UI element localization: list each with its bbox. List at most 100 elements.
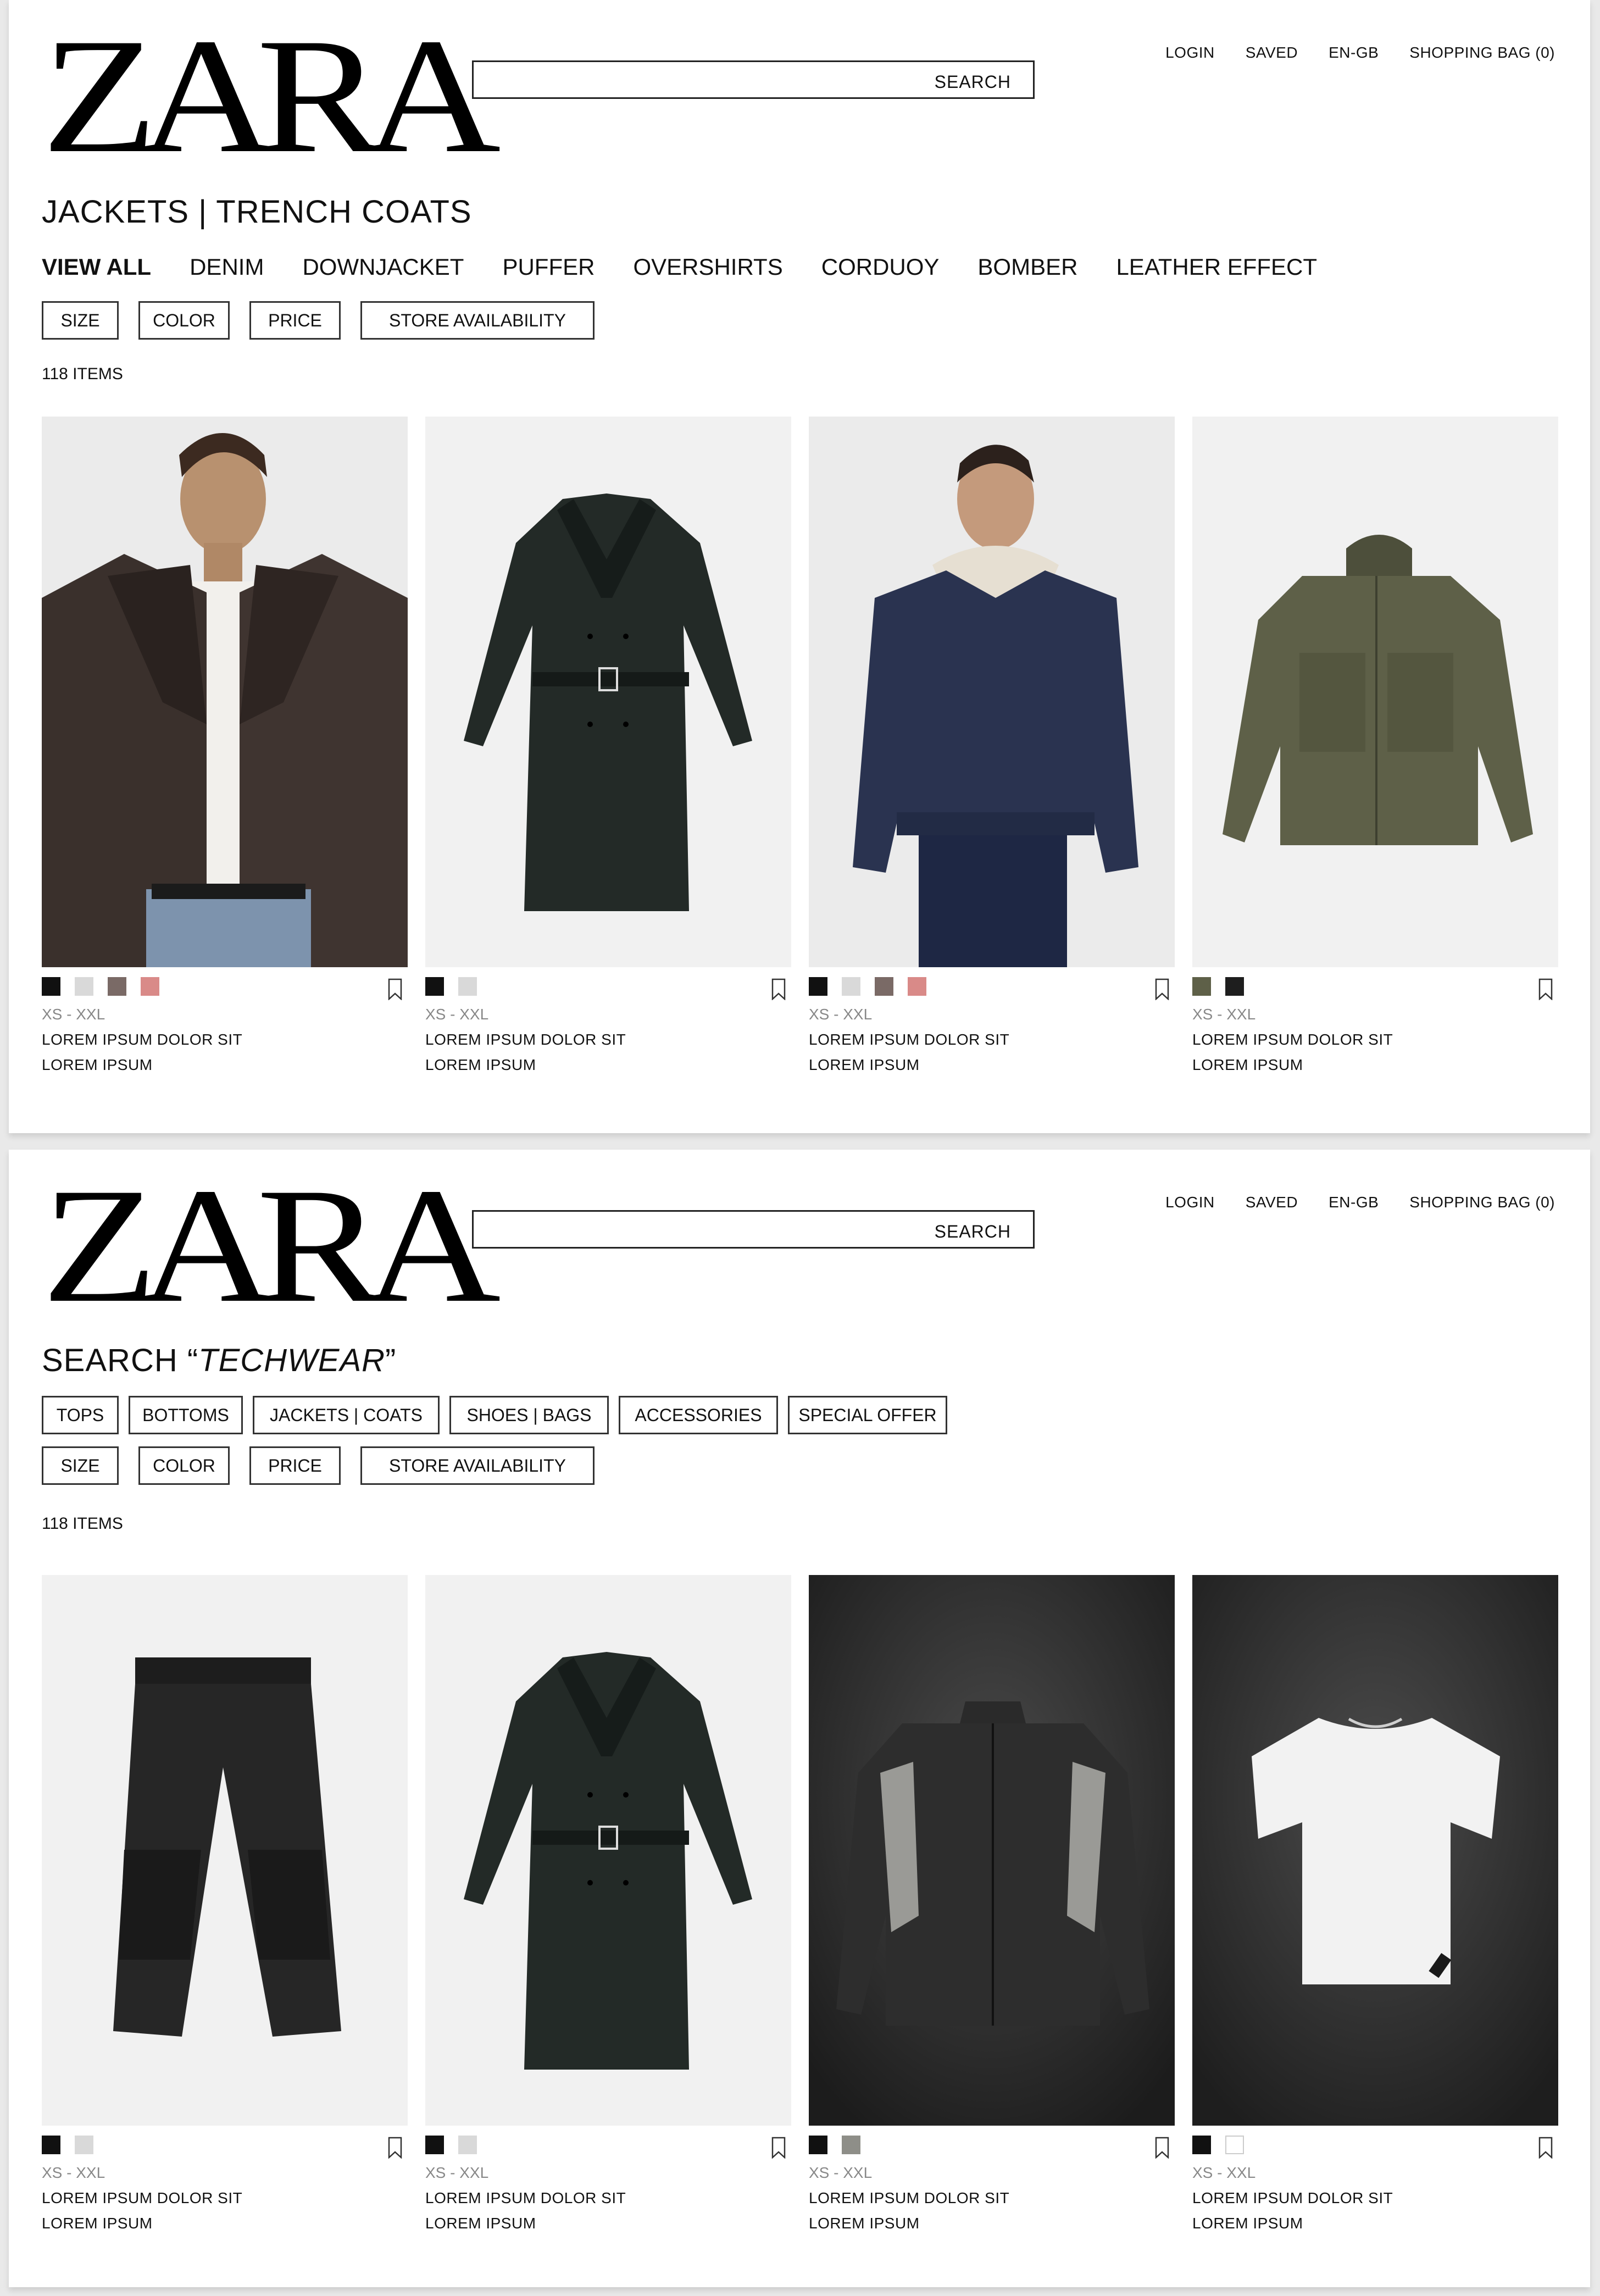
- product-image-track-jacket[interactable]: [809, 1575, 1175, 2126]
- product-name[interactable]: LOREM IPSUM DOLOR SIT: [42, 1031, 408, 1049]
- tab-view-all[interactable]: VIEW ALL: [42, 254, 151, 280]
- color-swatch[interactable]: [809, 2136, 827, 2154]
- zara-logo[interactable]: ZARA: [42, 13, 501, 178]
- color-swatches: [1192, 2136, 1558, 2154]
- bookmark-icon[interactable]: [1155, 2137, 1169, 2159]
- product-card[interactable]: XS - XXL LOREM IPSUM DOLOR SIT LOREM IPS…: [1192, 417, 1558, 1074]
- color-swatch[interactable]: [42, 977, 60, 996]
- search-query: TECHWEAR: [198, 1343, 386, 1378]
- color-swatch[interactable]: [842, 977, 860, 996]
- top-nav: LOGIN SAVED EN-GB SHOPPING BAG (0): [1165, 44, 1555, 62]
- product-name[interactable]: LOREM IPSUM DOLOR SIT: [425, 2189, 791, 2207]
- filter-store-availability-button[interactable]: STORE AVAILABILITY: [360, 1446, 595, 1485]
- product-price: LOREM IPSUM: [809, 2215, 920, 2232]
- filter-color-button[interactable]: COLOR: [138, 1446, 230, 1485]
- category-special-offer-button[interactable]: SPECIAL OFFER: [788, 1396, 947, 1434]
- color-swatch[interactable]: [75, 2136, 93, 2154]
- color-swatch[interactable]: [908, 977, 926, 996]
- product-name[interactable]: LOREM IPSUM DOLOR SIT: [425, 1031, 791, 1049]
- product-image-leather-jacket[interactable]: [42, 417, 408, 967]
- bookmark-icon[interactable]: [388, 978, 402, 1000]
- category-shoes-bags-button[interactable]: SHOES | BAGS: [449, 1396, 609, 1434]
- search-input[interactable]: SEARCH: [472, 60, 1035, 99]
- product-card[interactable]: XS - XXL LOREM IPSUM DOLOR SIT LOREM IPS…: [425, 417, 791, 1074]
- tab-denim[interactable]: DENIM: [190, 254, 264, 280]
- login-link[interactable]: LOGIN: [1165, 1194, 1215, 1211]
- category-accessories-button[interactable]: ACCESSORIES: [619, 1396, 778, 1434]
- color-swatch[interactable]: [809, 977, 827, 996]
- zara-logo[interactable]: ZARA: [42, 1163, 501, 1328]
- search-title-prefix: SEARCH “: [42, 1343, 199, 1378]
- search-input[interactable]: SEARCH: [472, 1210, 1035, 1249]
- color-swatch[interactable]: [842, 2136, 860, 2154]
- color-swatch[interactable]: [1225, 2136, 1244, 2154]
- product-image-denim-jacket[interactable]: [809, 417, 1175, 967]
- tab-corduoy[interactable]: CORDUOY: [821, 254, 940, 280]
- language-link[interactable]: EN-GB: [1329, 44, 1379, 62]
- product-card[interactable]: XS - XXL LOREM IPSUM DOLOR SIT LOREM IPS…: [425, 1575, 791, 2232]
- saved-link[interactable]: SAVED: [1246, 1194, 1298, 1211]
- product-card[interactable]: XS - XXL LOREM IPSUM DOLOR SIT LOREM IPS…: [809, 417, 1175, 1074]
- product-image-trench-coat[interactable]: [425, 417, 791, 967]
- saved-link[interactable]: SAVED: [1246, 44, 1298, 62]
- product-price: LOREM IPSUM: [809, 1056, 920, 1073]
- product-name[interactable]: LOREM IPSUM DOLOR SIT: [1192, 2189, 1558, 2207]
- color-swatch[interactable]: [875, 977, 893, 996]
- tab-downjacket[interactable]: DOWNJACKET: [302, 254, 464, 280]
- color-swatch[interactable]: [141, 977, 159, 996]
- color-swatch[interactable]: [108, 977, 126, 996]
- shopping-bag-link[interactable]: SHOPPING BAG (0): [1409, 44, 1555, 62]
- product-card[interactable]: XS - XXL LOREM IPSUM DOLOR SIT LOREM IPS…: [1192, 1575, 1558, 2232]
- color-swatches: [809, 2136, 1175, 2154]
- bookmark-icon[interactable]: [388, 2137, 402, 2159]
- bookmark-icon[interactable]: [771, 978, 786, 1000]
- category-jackets-coats-button[interactable]: JACKETS | COATS: [253, 1396, 440, 1434]
- color-swatch[interactable]: [425, 2136, 444, 2154]
- color-swatch[interactable]: [1192, 977, 1211, 996]
- language-link[interactable]: EN-GB: [1329, 1194, 1379, 1211]
- category-tops-button[interactable]: TOPS: [42, 1396, 119, 1434]
- filter-price-button[interactable]: PRICE: [249, 1446, 341, 1485]
- color-swatch[interactable]: [1225, 977, 1244, 996]
- color-swatch[interactable]: [458, 977, 477, 996]
- login-link[interactable]: LOGIN: [1165, 44, 1215, 62]
- bookmark-icon[interactable]: [1155, 978, 1169, 1000]
- tab-overshirts[interactable]: OVERSHIRTS: [633, 254, 782, 280]
- filter-price-button[interactable]: PRICE: [249, 301, 341, 340]
- color-swatch[interactable]: [1192, 2136, 1211, 2154]
- color-swatch[interactable]: [75, 977, 93, 996]
- product-image-white-tshirt[interactable]: [1192, 1575, 1558, 2126]
- product-name[interactable]: LOREM IPSUM DOLOR SIT: [809, 2189, 1175, 2207]
- product-image-olive-jacket[interactable]: [1192, 417, 1558, 967]
- product-image-trench-coat[interactable]: [425, 1575, 791, 2126]
- tab-bomber[interactable]: BOMBER: [977, 254, 1077, 280]
- tab-leather-effect[interactable]: LEATHER EFFECT: [1116, 254, 1317, 280]
- product-name[interactable]: LOREM IPSUM DOLOR SIT: [809, 1031, 1175, 1049]
- product-meta: [809, 2136, 1175, 2169]
- color-swatch[interactable]: [42, 2136, 60, 2154]
- color-swatch[interactable]: [458, 2136, 477, 2154]
- category-bottoms-button[interactable]: BOTTOMS: [129, 1396, 243, 1434]
- filter-size-button[interactable]: SIZE: [42, 1446, 119, 1485]
- product-card[interactable]: XS - XXL LOREM IPSUM DOLOR SIT LOREM IPS…: [42, 1575, 408, 2232]
- bookmark-icon[interactable]: [771, 2137, 786, 2159]
- product-card[interactable]: XS - XXL LOREM IPSUM DOLOR SIT LOREM IPS…: [809, 1575, 1175, 2232]
- tab-puffer[interactable]: PUFFER: [502, 254, 595, 280]
- search-title: SEARCH “TECHWEAR”: [42, 1342, 396, 1379]
- top-nav: LOGIN SAVED EN-GB SHOPPING BAG (0): [1165, 1194, 1555, 1211]
- bookmark-icon[interactable]: [1538, 2137, 1553, 2159]
- product-price: LOREM IPSUM: [42, 1056, 153, 1073]
- product-name[interactable]: LOREM IPSUM DOLOR SIT: [1192, 1031, 1558, 1049]
- product-image-cargo-pants[interactable]: [42, 1575, 408, 2126]
- filter-store-availability-button[interactable]: STORE AVAILABILITY: [360, 301, 595, 340]
- color-swatches: [425, 2136, 791, 2154]
- bookmark-icon[interactable]: [1538, 978, 1553, 1000]
- filter-size-button[interactable]: SIZE: [42, 301, 119, 340]
- product-name[interactable]: LOREM IPSUM DOLOR SIT: [42, 2189, 408, 2207]
- product-card[interactable]: XS - XXL LOREM IPSUM DOLOR SIT LOREM IPS…: [42, 417, 408, 1074]
- color-swatch[interactable]: [425, 977, 444, 996]
- shopping-bag-link[interactable]: SHOPPING BAG (0): [1409, 1194, 1555, 1211]
- search-label[interactable]: SEARCH: [935, 1222, 1011, 1242]
- search-label[interactable]: SEARCH: [935, 72, 1011, 92]
- filter-color-button[interactable]: COLOR: [138, 301, 230, 340]
